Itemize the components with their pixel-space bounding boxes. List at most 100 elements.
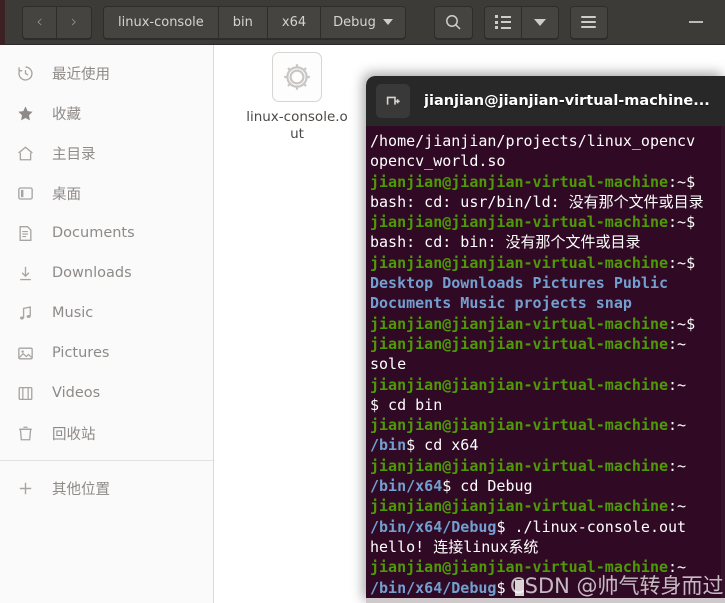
chevron-down-icon	[382, 19, 393, 25]
video-film-icon	[16, 383, 42, 403]
view-dropdown-button[interactable]	[521, 6, 558, 38]
terminal-line: hello! 连接linux系统	[370, 537, 725, 557]
terminal-line: /bin/x64/Debug$ ./linux-console.out	[370, 517, 725, 537]
sidebar-item-music[interactable]: Music	[0, 293, 213, 333]
terminal-text: :~	[668, 416, 687, 435]
sidebar-item-trash[interactable]: 回收站	[0, 413, 213, 453]
terminal-text: :~	[668, 375, 687, 394]
terminal-text: /home/jianjian/projects/linux_opencv	[370, 132, 696, 150]
terminal-line: jianjian@jianjian-virtual-machine:~	[370, 456, 725, 476]
terminal-text: opencv_world.so	[370, 152, 506, 171]
terminal-text: jianjian@jianjian-virtual-machine	[370, 213, 669, 232]
terminal-text: jianjian@jianjian-virtual-machine	[370, 375, 669, 394]
terminal-line: jianjian@jianjian-virtual-machine:~	[370, 496, 725, 516]
terminal-line: jianjian@jianjian-virtual-machine:~	[370, 375, 725, 395]
window-edge-stripe	[0, 0, 5, 45]
trash-icon	[16, 423, 42, 443]
terminal-window[interactable]: jianjian@jianjian-virtual-machine... /ho…	[366, 76, 725, 603]
new-tab-button[interactable]	[376, 84, 410, 118]
search-button-group	[433, 5, 473, 39]
terminal-line: opencv_world.so	[370, 151, 725, 171]
list-view-icon	[494, 15, 511, 29]
hamburger-menu-button[interactable]	[570, 6, 607, 38]
gear-executable-icon	[272, 52, 322, 102]
terminal-text: jianjian@jianjian-virtual-machine	[370, 334, 669, 353]
sidebar-item-pictures[interactable]: Pictures	[0, 333, 213, 373]
terminal-title-text: jianjian@jianjian-virtual-machine...	[424, 93, 710, 109]
sidebar-item-desktop[interactable]: 桌面	[0, 173, 213, 213]
terminal-text: $ cd bin	[370, 395, 443, 414]
hamburger-menu-icon	[581, 16, 597, 28]
back-button[interactable]: ‹	[23, 6, 57, 38]
terminal-text: hello! 连接linux系统	[370, 537, 539, 556]
terminal-text: jianjian@jianjian-virtual-machine	[370, 416, 669, 435]
terminal-line: jianjian@jianjian-virtual-machine:~$	[370, 253, 725, 273]
terminal-line: /bin/x64$ cd Debug	[370, 476, 725, 496]
sidebar-item-other-locations[interactable]: 其他位置	[0, 468, 213, 508]
view-options-group	[483, 5, 559, 39]
terminal-text: :~$	[668, 213, 696, 232]
list-view-button[interactable]	[484, 6, 522, 38]
terminal-text: :~$	[668, 253, 696, 272]
nav-button-group: ‹ ›	[22, 5, 92, 39]
search-button[interactable]	[434, 6, 472, 38]
terminal-text: Desktop Downloads Pictures Public	[370, 274, 669, 293]
terminal-text: $ cd x64	[406, 436, 479, 455]
terminal-line: sole	[370, 354, 725, 374]
sidebar-item-starred[interactable]: 收藏	[0, 93, 213, 133]
terminal-output[interactable]: /home/jianjian/projects/linux_opencvopen…	[366, 126, 725, 603]
sidebar-item-downloads[interactable]: Downloads	[0, 253, 213, 293]
breadcrumb-item-debug[interactable]: Debug	[321, 6, 405, 38]
terminal-text: jianjian@jianjian-virtual-machine	[370, 456, 669, 475]
sidebar-item-trash-label: 回收站	[52, 426, 96, 443]
terminal-text: :~	[668, 558, 687, 577]
terminal-text: :~$	[668, 314, 696, 333]
sidebar-item-home-label: 主目录	[52, 146, 96, 163]
terminal-line: $ cd bin	[370, 395, 725, 415]
sidebar-divider	[0, 460, 213, 461]
terminal-title-bar[interactable]: jianjian@jianjian-virtual-machine...	[366, 76, 725, 126]
breadcrumb-item-bin[interactable]: bin	[218, 6, 268, 38]
download-icon	[16, 263, 42, 283]
file-item-linux-console-out[interactable]: linux-console.out	[243, 52, 351, 143]
terminal-line: jianjian@jianjian-virtual-machine:~	[370, 415, 725, 435]
sidebar-item-pictures-label: Pictures	[52, 345, 110, 361]
terminal-line: jianjian@jianjian-virtual-machine:~$	[370, 212, 725, 232]
new-tab-icon	[386, 96, 400, 105]
document-icon	[16, 223, 42, 243]
sidebar-item-other-locations-label: 其他位置	[52, 481, 110, 498]
terminal-line: jianjian@jianjian-virtual-machine:~$	[370, 314, 725, 334]
breadcrumb-item-linux-console[interactable]: linux-console	[104, 6, 219, 38]
terminal-line: jianjian@jianjian-virtual-machine:~	[370, 334, 725, 354]
sidebar-item-downloads-label: Downloads	[52, 265, 132, 281]
sidebar-item-videos-label: Videos	[52, 385, 101, 401]
minimize-icon	[689, 21, 703, 23]
star-icon	[16, 103, 42, 123]
terminal-text: :~	[668, 497, 687, 516]
terminal-line: bash: cd: bin: 没有那个文件或目录	[370, 232, 725, 252]
menu-button-group	[569, 5, 608, 39]
header-toolbar: ‹ › linux-console bin x64 Debug	[0, 0, 725, 45]
sidebar-item-documents[interactable]: Documents	[0, 213, 213, 253]
forward-button[interactable]: ›	[57, 6, 91, 38]
terminal-line: Documents Music projects snap	[370, 293, 725, 313]
terminal-scrollbar[interactable]	[721, 126, 725, 603]
sidebar-item-home[interactable]: 主目录	[0, 133, 213, 173]
sidebar-item-music-label: Music	[52, 305, 94, 321]
terminal-text: :~	[668, 456, 687, 475]
sidebar-item-recent[interactable]: 最近使用	[0, 53, 213, 93]
minimize-button[interactable]	[689, 21, 711, 23]
breadcrumb-item-x64[interactable]: x64	[267, 6, 322, 38]
terminal-line: jianjian@jianjian-virtual-machine:~$	[370, 172, 725, 192]
terminal-text: /bin/x64/Debug	[370, 578, 497, 597]
sidebar-item-desktop-label: 桌面	[52, 186, 81, 203]
terminal-text: jianjian@jianjian-virtual-machine	[370, 172, 669, 191]
terminal-text: $ ./linux-console.out	[496, 517, 687, 536]
sidebar-item-videos[interactable]: Videos	[0, 373, 213, 413]
terminal-text: jianjian@jianjian-virtual-machine	[370, 314, 669, 333]
desktop-icon	[16, 183, 42, 203]
terminal-text: /bin	[370, 436, 407, 455]
chevron-down-icon	[533, 18, 546, 26]
terminal-text: /bin/x64/Debug	[370, 517, 497, 536]
search-icon	[445, 14, 461, 30]
